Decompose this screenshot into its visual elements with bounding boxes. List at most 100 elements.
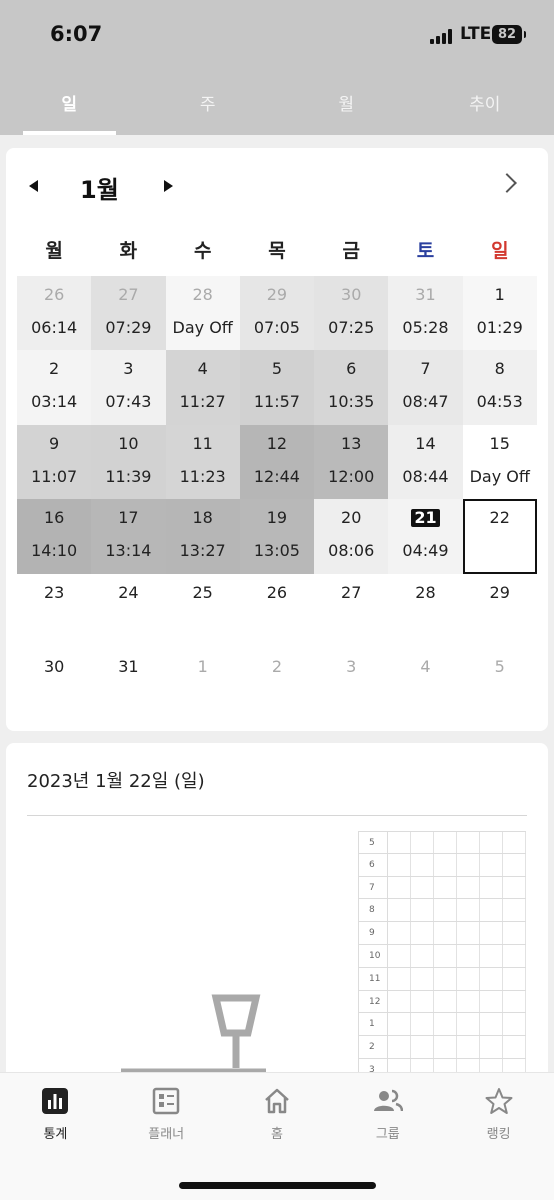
calendar-day[interactable]: 5 11:57 — [239, 350, 315, 425]
calendar-day[interactable]: 13 12:00 — [314, 424, 389, 500]
calendar-day[interactable]: 29 07:05 — [239, 276, 315, 351]
calendar-day[interactable]: 30 — [17, 647, 92, 723]
study-time: 13:14 — [105, 541, 152, 561]
timeline-row: 12 — [358, 990, 526, 1014]
lamp-icon — [121, 994, 266, 1073]
calendar-day[interactable]: 26 06:14 — [17, 276, 92, 351]
day-number: 30 — [341, 285, 362, 304]
calendar-day[interactable]: 2 03:14 — [17, 350, 92, 425]
timeline-cell — [388, 1036, 411, 1058]
calendar-day[interactable]: 26 — [239, 573, 315, 648]
timeline-cell — [457, 990, 480, 1013]
timeline-row: 10 — [358, 944, 526, 968]
calendar-day[interactable]: 25 — [165, 573, 240, 648]
calendar-day[interactable]: 29 — [462, 573, 537, 648]
timeline-cell — [434, 832, 457, 853]
calendar-day[interactable]: 7 08:47 — [388, 350, 463, 425]
planner-icon — [152, 1087, 180, 1115]
timeline-cell — [480, 922, 503, 944]
calendar-day[interactable]: 6 10:35 — [314, 350, 389, 425]
timeline-cell — [434, 1036, 457, 1058]
timeline-cell — [503, 876, 526, 899]
study-time: 04:53 — [476, 392, 523, 412]
battery-icon: 82 — [492, 25, 526, 44]
timeline-cell — [388, 944, 411, 967]
calendar-day[interactable]: 24 — [91, 573, 166, 648]
timeline-cell — [457, 944, 480, 967]
study-time: 07:43 — [105, 392, 152, 412]
study-time: 10:35 — [328, 392, 375, 412]
calendar-day[interactable]: 1 01:29 — [462, 276, 537, 351]
nav-home[interactable]: 홈 — [222, 1073, 333, 1200]
calendar-day[interactable]: 9 11:07 — [17, 424, 92, 500]
weekday-tue: 화 — [119, 240, 138, 262]
prev-month-icon[interactable] — [29, 180, 38, 192]
timeline-cell — [388, 899, 411, 922]
timeline-row: 1 — [358, 1013, 526, 1037]
nav-stats[interactable]: 통계 — [0, 1073, 111, 1200]
next-month-icon[interactable] — [164, 180, 173, 192]
calendar-day[interactable]: 27 — [314, 573, 389, 648]
day-number: 26 — [266, 582, 288, 602]
calendar-day[interactable]: 23 — [17, 573, 92, 648]
calendar-day[interactable]: 18 13:27 — [165, 499, 240, 574]
study-time: 11:07 — [31, 466, 78, 486]
day-number: 12 — [266, 433, 288, 453]
timeline-cell — [411, 899, 434, 922]
tab-trend[interactable]: 추이 — [416, 84, 554, 135]
calendar-day[interactable]: 31 05:28 — [388, 276, 463, 351]
calendar-day[interactable]: 31 — [91, 647, 166, 723]
calendar-day[interactable]: 5 — [462, 647, 537, 723]
study-time: 07:29 — [105, 318, 152, 337]
calendar-day[interactable]: 20 08:06 — [314, 499, 389, 574]
tab-week[interactable]: 주 — [139, 84, 278, 135]
calendar-day[interactable]: 28 — [388, 573, 463, 648]
calendar-day[interactable]: 4 11:27 — [165, 350, 240, 425]
nav-ranking[interactable]: 랭킹 — [443, 1073, 554, 1200]
bottom-nav: 통계 플래너 홈 그룹 랭킹 — [0, 1072, 554, 1200]
calendar-day[interactable]: 15 Day Off — [462, 424, 537, 500]
nav-planner[interactable]: 플래너 — [111, 1073, 222, 1200]
calendar-day[interactable]: 4 — [388, 647, 463, 723]
tab-day[interactable]: 일 — [0, 84, 139, 135]
hour-label: 10 — [358, 944, 388, 967]
calendar-day[interactable]: 3 — [314, 647, 389, 723]
timeline-cell — [411, 990, 434, 1013]
calendar-day[interactable]: 30 07:25 — [314, 276, 389, 351]
calendar-day[interactable]: 8 04:53 — [462, 350, 537, 425]
tab-month[interactable]: 월 — [277, 84, 416, 135]
day-number: 3 — [346, 656, 357, 676]
calendar-day[interactable]: 11 11:23 — [165, 424, 240, 500]
timeline-cell — [503, 990, 526, 1013]
day-number: 14 — [415, 433, 436, 453]
day-number: 27 — [341, 582, 362, 602]
calendar-day[interactable]: 2 — [239, 647, 315, 723]
day-number: 31 — [415, 285, 436, 304]
weekday-mon: 월 — [45, 240, 63, 262]
day-number: 17 — [118, 508, 139, 528]
nav-group[interactable]: 그룹 — [332, 1073, 443, 1200]
timeline-cell — [388, 876, 411, 899]
timeline-cell — [434, 853, 457, 876]
timeline-cell — [434, 1013, 457, 1036]
calendar-day[interactable]: 1 — [165, 647, 240, 723]
calendar-day[interactable]: 16 14:10 — [17, 499, 92, 574]
calendar-day[interactable]: 3 07:43 — [91, 350, 166, 425]
calendar-day[interactable]: 28 Day Off — [165, 276, 240, 351]
calendar-day[interactable]: 12 12:44 — [239, 424, 315, 500]
status-bar: 6:07 LTE 82 — [0, 0, 554, 70]
calendar-day[interactable]: 19 13:05 — [239, 499, 315, 574]
hour-label: 1 — [358, 1013, 388, 1036]
calendar-day-today[interactable]: 22 — [462, 499, 537, 574]
calendar-day[interactable]: 14 08:44 — [388, 424, 463, 500]
study-time: 11:27 — [179, 392, 226, 412]
calendar-day[interactable]: 10 11:39 — [91, 424, 166, 500]
calendar-day-selected[interactable]: 21 04:49 — [388, 499, 463, 574]
day-number: 9 — [49, 433, 60, 453]
calendar-day[interactable]: 27 07:29 — [91, 276, 166, 351]
timeline-cell — [457, 1013, 480, 1036]
study-time: 07:05 — [253, 318, 300, 337]
calendar-day[interactable]: 17 13:14 — [91, 499, 166, 574]
day-number: 19 — [266, 508, 288, 528]
timeline-cell — [388, 1013, 411, 1036]
